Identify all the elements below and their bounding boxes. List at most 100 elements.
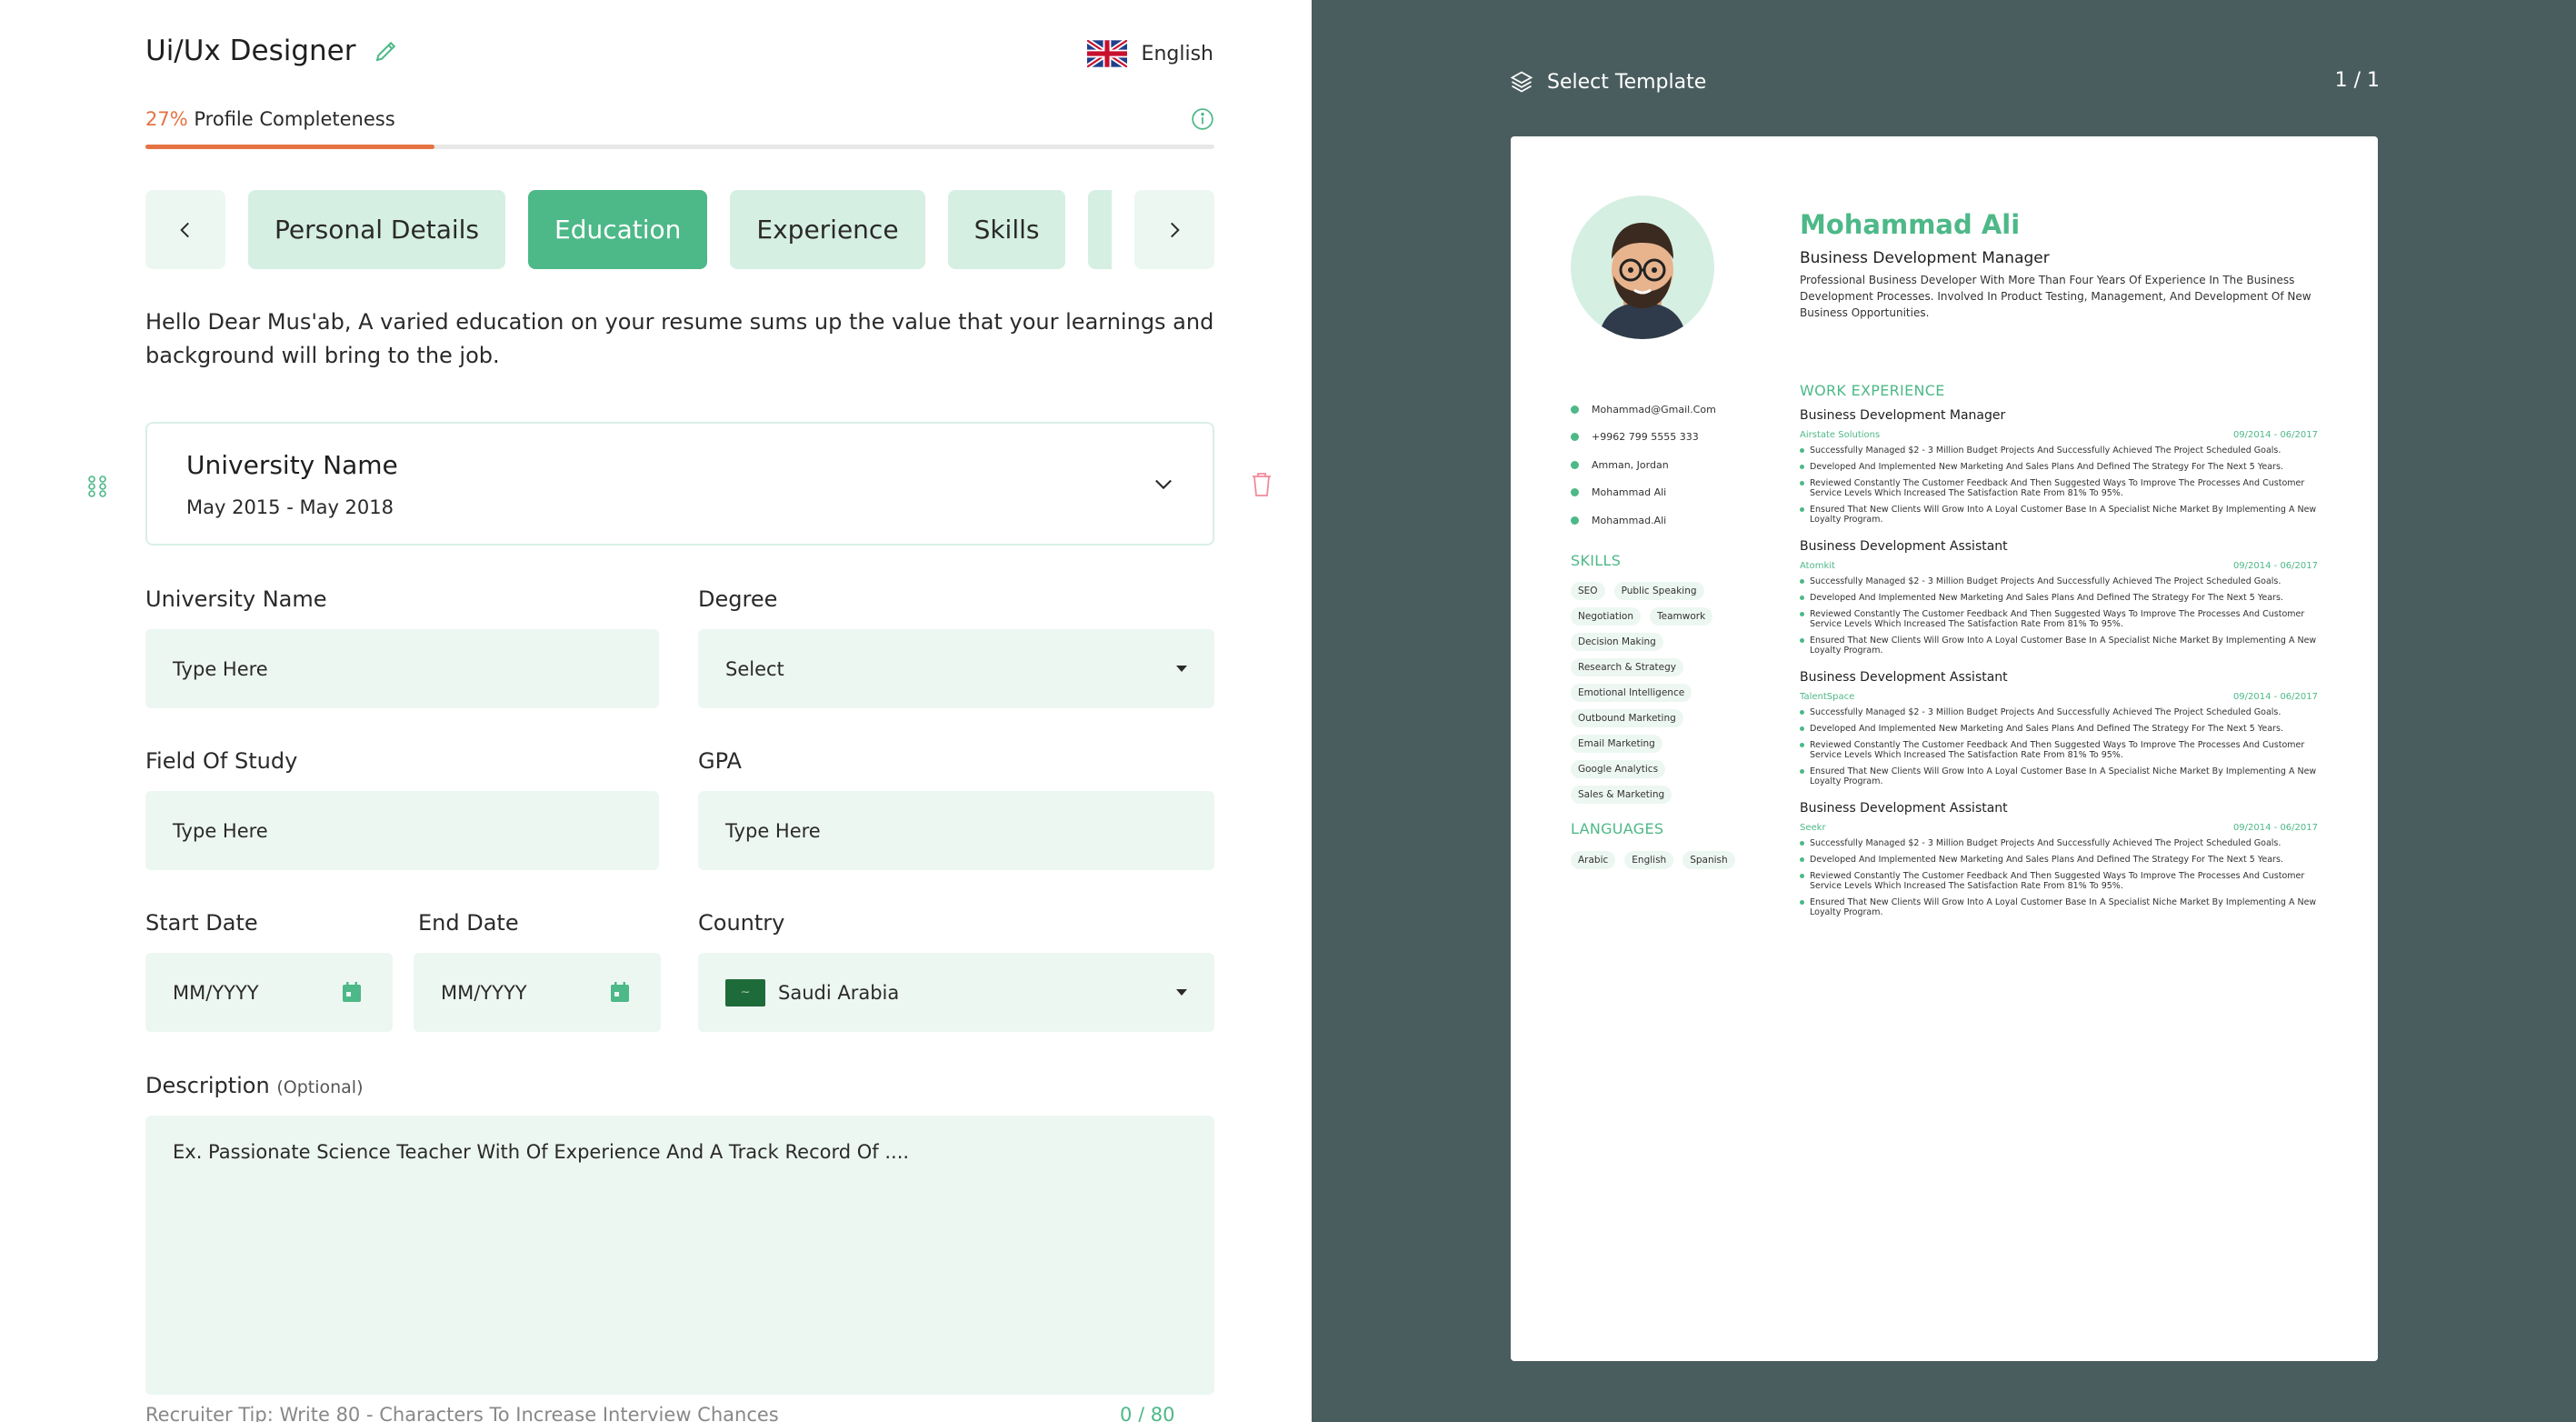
job-bullet-text: Reviewed Constantly The Customer Feedbac…: [1810, 740, 2305, 760]
job-bullet: Successfully Managed $2 - 3 Million Budg…: [1800, 707, 2318, 717]
job-bullet-text: Ensured That New Clients Will Grow Into …: [1810, 897, 2317, 917]
contact-icon: [1571, 516, 1579, 525]
resume-skills-title: SKILLS: [1571, 552, 1622, 569]
bullet-dot-icon: [1800, 579, 1804, 584]
job-bullet-text: Developed And Implemented New Marketing …: [1810, 462, 2283, 472]
job-title: Business Development Assistant: [1800, 670, 2008, 685]
drag-handle-icon[interactable]: [87, 475, 107, 498]
gpa-label: GPA: [698, 748, 742, 774]
progress-percent: 27%: [145, 108, 188, 130]
contact-item: Mohammad.Ali: [1571, 506, 1716, 535]
tabs-prev-button[interactable]: [145, 190, 225, 269]
job-company: Atomkit: [1800, 561, 1835, 571]
job-meta: Seekr 09/2014 - 06/2017: [1800, 823, 2318, 833]
info-icon[interactable]: [1191, 107, 1214, 131]
avatar: [1571, 195, 1714, 339]
job-bullet: Successfully Managed $2 - 3 Million Budg…: [1800, 446, 2318, 456]
language-label: English: [1141, 42, 1213, 65]
job-dates: 09/2014 - 06/2017: [2232, 692, 2318, 702]
chevron-right-icon: [1171, 222, 1180, 237]
bullet-dot-icon: [1800, 638, 1804, 643]
tab-skills[interactable]: Skills: [947, 190, 1066, 269]
job-bullet-text: Reviewed Constantly The Customer Feedbac…: [1810, 609, 2305, 629]
country-select[interactable]: ⁓ Saudi Arabia: [698, 953, 1214, 1032]
bullet-dot-icon: [1800, 448, 1804, 453]
job-bullet: Developed And Implemented New Marketing …: [1800, 593, 2318, 603]
job-bullet: Successfully Managed $2 - 3 Million Budg…: [1800, 576, 2318, 586]
job-bullet-text: Reviewed Constantly The Customer Feedbac…: [1810, 871, 2305, 891]
start-date-input[interactable]: MM/YYYY: [145, 953, 393, 1032]
resume-role: Business Development Manager: [1800, 249, 2050, 267]
calendar-icon[interactable]: [342, 981, 362, 1003]
university-placeholder: Type Here: [173, 657, 268, 680]
tabs-strip: Personal Details Education Experience Skill…: [248, 190, 1112, 269]
tabs-next-button[interactable]: [1134, 190, 1214, 269]
gpa-placeholder: Type Here: [725, 819, 821, 842]
saudi-flag-icon: ⁓: [725, 978, 765, 1006]
field-of-study-label: Field Of Study: [145, 748, 298, 774]
resume-preview-panel: Select Template 1 / 1 Mohammad Ali Busin…: [1312, 0, 2576, 1422]
job-bullet: Reviewed Constantly The Customer Feedbac…: [1800, 871, 2318, 891]
skill-chip: Public Speaking: [1613, 582, 1704, 600]
progress-bar: [145, 145, 1214, 149]
field-of-study-input[interactable]: Type Here: [145, 791, 659, 870]
job-dates: 09/2014 - 06/2017: [2232, 823, 2318, 833]
bullet-dot-icon: [1800, 507, 1804, 512]
tab-education[interactable]: Education: [528, 190, 708, 269]
language-chip: English: [1624, 851, 1674, 869]
select-template-button[interactable]: Select Template: [1509, 69, 1706, 95]
description-textarea[interactable]: Ex. Passionate Science Teacher With Of E…: [145, 1116, 1214, 1395]
contact-icon: [1571, 433, 1579, 442]
chevron-left-icon: [180, 222, 189, 237]
bullet-dot-icon: [1800, 900, 1804, 905]
job-bullet: Ensured That New Clients Will Grow Into …: [1800, 897, 2318, 917]
caret-down-icon: [1176, 666, 1187, 672]
bullet-dot-icon: [1800, 857, 1804, 862]
gpa-input[interactable]: Type Here: [698, 791, 1214, 870]
bullet-dot-icon: [1800, 612, 1804, 616]
degree-select[interactable]: Select: [698, 629, 1214, 708]
job-title: Business Development Manager: [1800, 408, 2006, 423]
tab-summary[interactable]: Summary: [1088, 190, 1112, 269]
university-input[interactable]: Type Here: [145, 629, 659, 708]
contact-icon: [1571, 405, 1579, 414]
tab-experience[interactable]: Experience: [730, 190, 925, 269]
tab-personal-details[interactable]: Personal Details: [248, 190, 505, 269]
language-selector[interactable]: English: [1086, 40, 1213, 67]
end-date-input[interactable]: MM/YYYY: [414, 953, 661, 1032]
job-title: Business Development Assistant: [1800, 539, 2008, 554]
country-label: Country: [698, 910, 785, 936]
job-entry: Business Development Assistant Seekr 09/20…: [1800, 801, 2318, 917]
job-bullet: Developed And Implemented New Marketing …: [1800, 724, 2318, 734]
progress-label: Profile Completeness: [194, 108, 395, 130]
description-label-text: Description: [145, 1073, 270, 1098]
skill-chip: Emotional Intelligence: [1571, 684, 1692, 702]
calendar-icon[interactable]: [610, 981, 630, 1003]
job-title: Business Development Assistant: [1800, 801, 2008, 816]
country-value: Saudi Arabia: [778, 981, 900, 1004]
skill-chip: SEO: [1571, 582, 1605, 600]
bullet-dot-icon: [1800, 743, 1804, 747]
job-bullet: Reviewed Constantly The Customer Feedbac…: [1800, 478, 2318, 498]
end-date-label: End Date: [418, 910, 519, 936]
education-entry-card[interactable]: University Name May 2015 - May 2018: [145, 422, 1214, 546]
bullet-dot-icon: [1800, 769, 1804, 774]
job-bullet: Ensured That New Clients Will Grow Into …: [1800, 505, 2318, 525]
section-tabs: Personal Details Education Experience Skill…: [145, 190, 1214, 269]
job-entry: Business Development Assistant TalentSpac…: [1800, 670, 2318, 786]
progress-bar-fill: [145, 145, 434, 149]
bullet-dot-icon: [1800, 726, 1804, 731]
job-meta: Airstate Solutions 09/2014 - 06/2017: [1800, 430, 2318, 440]
contact-icon: [1571, 488, 1579, 497]
job-company: TalentSpace: [1800, 692, 1855, 702]
language-chip: Spanish: [1682, 851, 1735, 869]
trash-icon[interactable]: [1251, 471, 1273, 498]
progress-text: 27% Profile Completeness: [145, 108, 395, 130]
chevron-down-icon[interactable]: [1151, 471, 1176, 496]
bullet-dot-icon: [1800, 841, 1804, 846]
contact-text: Mohammad Ali: [1592, 486, 1667, 499]
job-bullet: Reviewed Constantly The Customer Feedbac…: [1800, 609, 2318, 629]
skill-chip: Teamwork: [1650, 607, 1713, 626]
edit-pencil-icon[interactable]: [373, 37, 400, 65]
job-meta: Atomkit 09/2014 - 06/2017: [1800, 561, 2318, 571]
